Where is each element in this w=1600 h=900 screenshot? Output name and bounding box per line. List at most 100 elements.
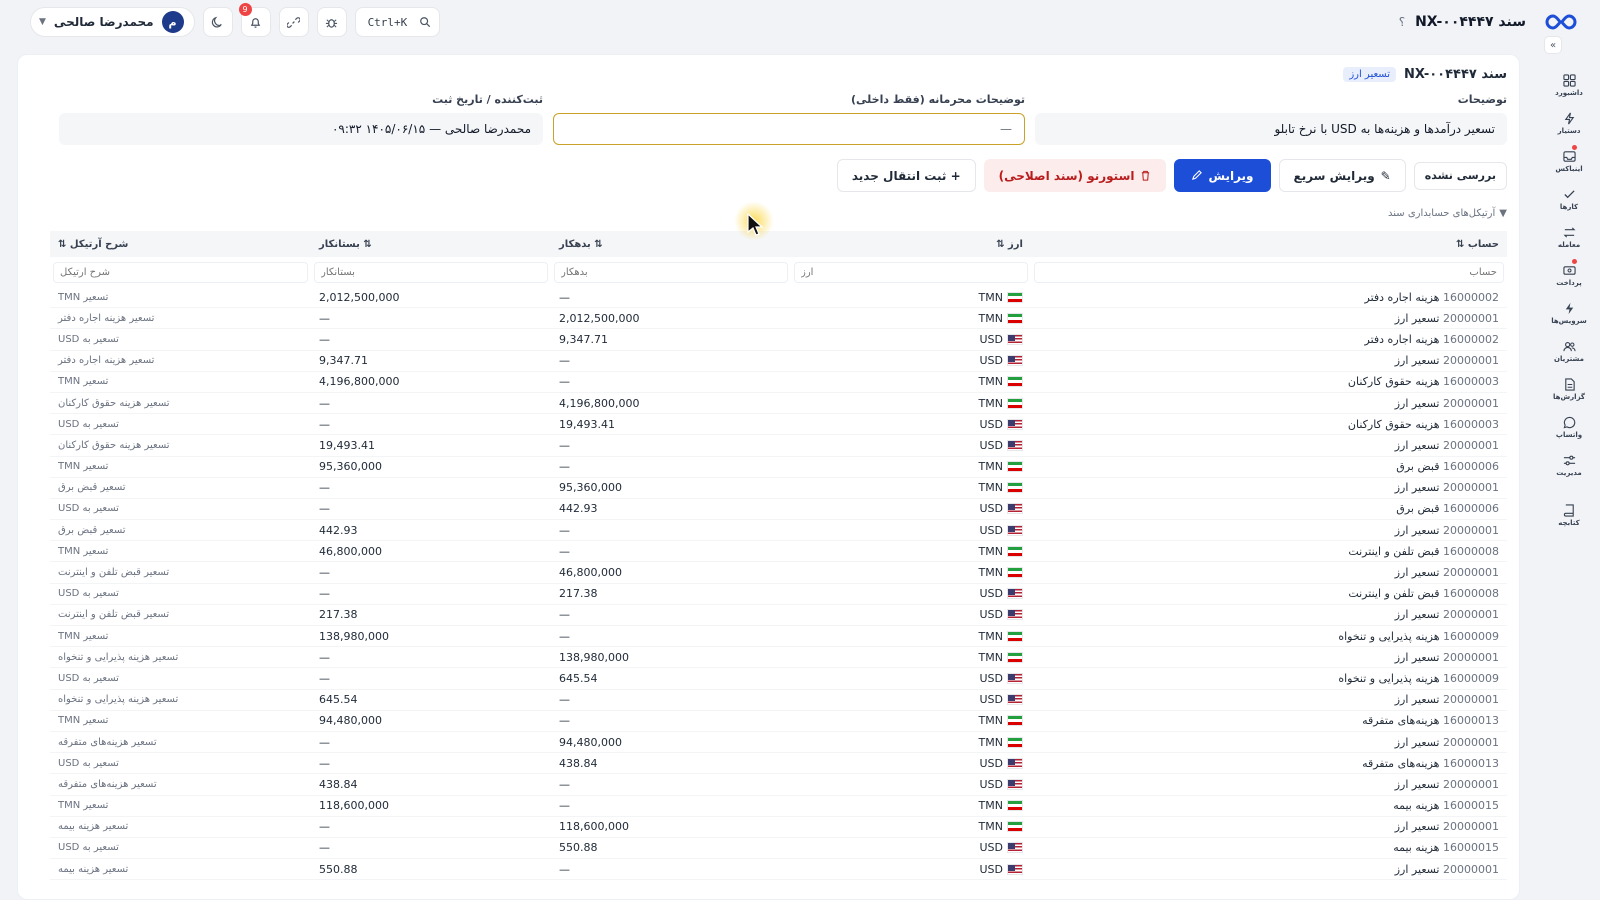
column-header-credit[interactable]: ⇅ بستانکار xyxy=(311,239,551,250)
currency-code: TMN xyxy=(978,799,1003,813)
debit-cell: — xyxy=(559,290,570,304)
table-row[interactable]: 16000013 هزینه‌های متفرقه USD 438.84 — تسعیر… xyxy=(50,753,1507,775)
sidebar-item-deal[interactable]: معامله xyxy=(1550,218,1588,256)
notifications-button[interactable]: 9 xyxy=(238,3,271,37)
link-button[interactable] xyxy=(278,7,309,37)
account-code: 20000001 xyxy=(1443,523,1499,537)
search-shortcut: Ctrl+K xyxy=(367,15,408,29)
help-icon[interactable]: ؟ xyxy=(1399,15,1405,29)
table-row[interactable]: 20000001 تسعیر ارز USD — 217.38 تسعیر قبض تل… xyxy=(50,605,1507,626)
filter-cell xyxy=(311,261,551,283)
sidebar-item-assistant[interactable]: دستیار xyxy=(1550,104,1588,142)
sidebar-item-customers[interactable]: مشتریان xyxy=(1550,332,1588,370)
edit-button[interactable]: ویرایش xyxy=(1174,159,1271,192)
table-row[interactable]: 20000001 تسعیر ارز USD — 9,347.71 تسعیر هزین… xyxy=(50,351,1507,372)
table-row[interactable]: 20000001 تسعیر ارز TMN 138,980,000 — تسعیر ه… xyxy=(50,647,1507,669)
debit-cell: — xyxy=(559,375,570,389)
table-row[interactable]: 20000001 تسعیر ارز TMN 118,600,000 — تسعیر ه… xyxy=(50,817,1507,838)
currency-cell: TMN xyxy=(791,651,1031,664)
credit-cell: — xyxy=(319,332,330,346)
table-row[interactable]: 20000001 تسعیر ارز TMN 4,196,800,000 — تسعیر… xyxy=(50,393,1507,415)
account-cell: 16000015 هزینه بیمه xyxy=(1031,841,1507,854)
sidebar-item-dashboard[interactable]: داشبورد xyxy=(1550,66,1588,104)
description-cell: تسعیر هزینه اجاره دفتر xyxy=(58,355,155,367)
global-search-button[interactable]: Ctrl+K xyxy=(354,7,441,37)
debit-filter-input[interactable] xyxy=(554,261,788,283)
account-code: 16000006 xyxy=(1443,460,1499,474)
sidebar-item-inbox[interactable]: اینباکس xyxy=(1550,142,1588,180)
pointer-icon xyxy=(747,213,764,236)
table-row[interactable]: 16000002 هزینه اجاره دفتر TMN — 2,012,500,0… xyxy=(50,287,1507,309)
account-name: تسعیر ارز xyxy=(1394,693,1440,707)
account-code: 20000001 xyxy=(1443,311,1499,325)
table-row[interactable]: 20000001 تسعیر ارز USD — 442.93 تسعیر قبض بر… xyxy=(50,520,1507,542)
table-row[interactable]: 16000002 هزینه اجاره دفتر USD 9,347.71 — تسع… xyxy=(50,329,1507,351)
private-notes-input[interactable]: — xyxy=(553,113,1025,145)
description-filter-input[interactable] xyxy=(53,261,308,283)
description-cell: تسعیر هزینه حقوق کارکنان xyxy=(58,439,170,451)
review-status-badge[interactable]: بررسی نشده xyxy=(1413,161,1507,190)
account-name: تسعیر ارز xyxy=(1394,523,1440,537)
credit-cell: 138,980,000 xyxy=(319,629,389,643)
table-row[interactable]: 20000001 تسعیر ارز USD — 438.84 تسعیر هزینه‌… xyxy=(50,774,1507,796)
table-row[interactable]: 20000001 تسعیر ارز USD — 19,493.41 تسعیر هزی… xyxy=(50,435,1507,457)
sidebar-item-whatsapp[interactable]: واتساپ xyxy=(1550,408,1588,446)
currency-code: USD xyxy=(979,777,1003,791)
table-row[interactable]: 16000009 هزینه پذیرایی و تنخواه USD 645.54… xyxy=(50,668,1507,690)
table-row[interactable]: 16000013 هزینه‌های متفرقه TMN — 94,480,000 ت… xyxy=(50,711,1507,732)
account-cell: 20000001 تسعیر ارز xyxy=(1031,736,1507,749)
table-row[interactable]: 16000008 قبض تلفن و اینترنت TMN — 46,800,00… xyxy=(50,541,1507,563)
account-filter-input[interactable] xyxy=(1034,261,1504,283)
description-cell: تسعیر به USD xyxy=(58,672,119,684)
sidebar-item-payment[interactable]: پرداخت xyxy=(1550,256,1588,294)
articles-section-toggle[interactable]: ▼ آرتیکل‌های حسابداری سند xyxy=(1388,208,1507,219)
currency-filter-input[interactable] xyxy=(794,261,1028,283)
sidebar-item-label: معامله xyxy=(1557,241,1581,249)
credit-cell: 46,800,000 xyxy=(319,544,382,558)
mouse-cursor xyxy=(734,201,774,241)
app-logo[interactable] xyxy=(1544,10,1578,34)
table-row[interactable]: 16000009 هزینه پذیرایی و تنخواه TMN — 138,9… xyxy=(50,626,1507,648)
description-cell: تسعیر به USD xyxy=(58,588,119,600)
sidebar-item-reports[interactable]: گزارش‌ها xyxy=(1550,370,1588,408)
table-row[interactable]: 20000001 تسعیر ارز TMN 95,360,000 — تسعیر قب… xyxy=(50,478,1507,499)
table-row[interactable]: 20000001 تسعیر ارز TMN 2,012,500,000 — تسعیر… xyxy=(50,308,1507,330)
table-row[interactable]: 20000001 تسعیر ارز TMN 46,800,000 — تسعیر قب… xyxy=(50,562,1507,584)
column-header-currency[interactable]: ارز ⇅ xyxy=(791,239,1031,250)
new-transfer-button[interactable]: + ثبت انتقال جدید xyxy=(836,159,976,192)
table-row[interactable]: 16000015 هزینه بیمه TMN — 118,600,000 تسعیر … xyxy=(50,796,1507,817)
table-row[interactable]: 16000006 قبض برق USD 442.93 — تسعیر به USD xyxy=(50,499,1507,521)
table-row[interactable]: 20000001 تسعیر ارز USD — 645.54 تسعیر هزینه … xyxy=(50,690,1507,711)
table-row[interactable]: 16000003 هزینه حقوق کارکنان TMN — 4,196,800… xyxy=(50,372,1507,393)
sidebar-collapse-button[interactable]: » xyxy=(1544,36,1562,54)
storno-button[interactable]: استورنو (سند اصلاحی) xyxy=(983,159,1167,192)
quick-edit-button[interactable]: ✎ ویرایش سریع xyxy=(1278,159,1406,192)
table-row[interactable]: 16000015 هزینه بیمه USD 550.88 — تسعیر به US… xyxy=(50,838,1507,860)
user-menu[interactable]: ▼ محمدرضا صالحی م xyxy=(30,7,195,37)
table-row[interactable]: 16000008 قبض تلفن و اینترنت USD 217.38 — تسع… xyxy=(50,584,1507,605)
sidebar-item-tasks[interactable]: کارها xyxy=(1550,180,1588,218)
bell-icon xyxy=(250,17,261,28)
description-cell: تسعیر هزینه اجاره دفتر xyxy=(58,312,155,324)
credit-cell: — xyxy=(319,566,330,580)
table-row[interactable]: 20000001 تسعیر ارز USD — 550.88 تسعیر هزینه … xyxy=(50,859,1507,881)
us-flag-icon xyxy=(1007,757,1023,769)
table-row[interactable]: 16000006 قبض برق TMN — 95,360,000 تسعیر TMN xyxy=(50,457,1507,478)
debug-button[interactable] xyxy=(316,7,347,37)
chevron-down-icon: ▼ xyxy=(39,17,46,27)
debit-cell: 438.84 xyxy=(559,756,598,770)
account-code: 20000001 xyxy=(1443,693,1499,707)
sidebar-item-label: واتساپ xyxy=(1555,431,1583,439)
sidebar-item-services[interactable]: سرویس‌ها xyxy=(1550,294,1588,332)
credit-filter-input[interactable] xyxy=(314,261,548,283)
table-row[interactable]: 20000001 تسعیر ارز TMN 94,480,000 — تسعیر هز… xyxy=(50,732,1507,754)
sidebar-item-handbook[interactable]: کتابچه xyxy=(1550,496,1588,534)
account-code: 20000001 xyxy=(1443,566,1499,580)
account-name: تسعیر ارز xyxy=(1394,311,1440,325)
table-row[interactable]: 16000003 هزینه حقوق کارکنان USD 19,493.41 —… xyxy=(50,414,1507,436)
column-header-account[interactable]: حساب ⇅ xyxy=(1031,239,1507,250)
debit-cell: — xyxy=(559,777,570,791)
sidebar-item-management[interactable]: مدیریت xyxy=(1550,446,1588,484)
column-header-description[interactable]: شرح آرتیکل ⇅ xyxy=(50,239,311,250)
theme-toggle-button[interactable] xyxy=(202,7,233,37)
